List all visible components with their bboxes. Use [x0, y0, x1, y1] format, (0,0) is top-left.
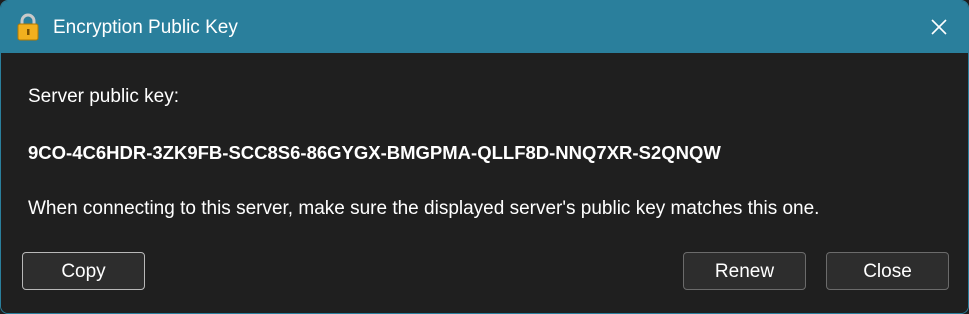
padlock-icon — [16, 13, 40, 41]
close-button[interactable]: Close — [826, 252, 949, 290]
public-key-value: 9CO-4C6HDR-3ZK9FB-SCC8S6-86GYGX-BMGPMA-Q… — [28, 142, 721, 163]
dialog-window: Encryption Public Key Server public key:… — [0, 0, 969, 314]
close-icon[interactable] — [920, 9, 958, 45]
verification-hint: When connecting to this server, make sur… — [28, 198, 820, 219]
dialog-content: Server public key: 9CO-4C6HDR-3ZK9FB-SCC… — [1, 54, 968, 313]
renew-button[interactable]: Renew — [683, 252, 806, 290]
window-title: Encryption Public Key — [53, 17, 238, 38]
title-bar: Encryption Public Key — [1, 1, 968, 53]
public-key-label: Server public key: — [28, 86, 180, 107]
copy-button[interactable]: Copy — [22, 252, 145, 290]
